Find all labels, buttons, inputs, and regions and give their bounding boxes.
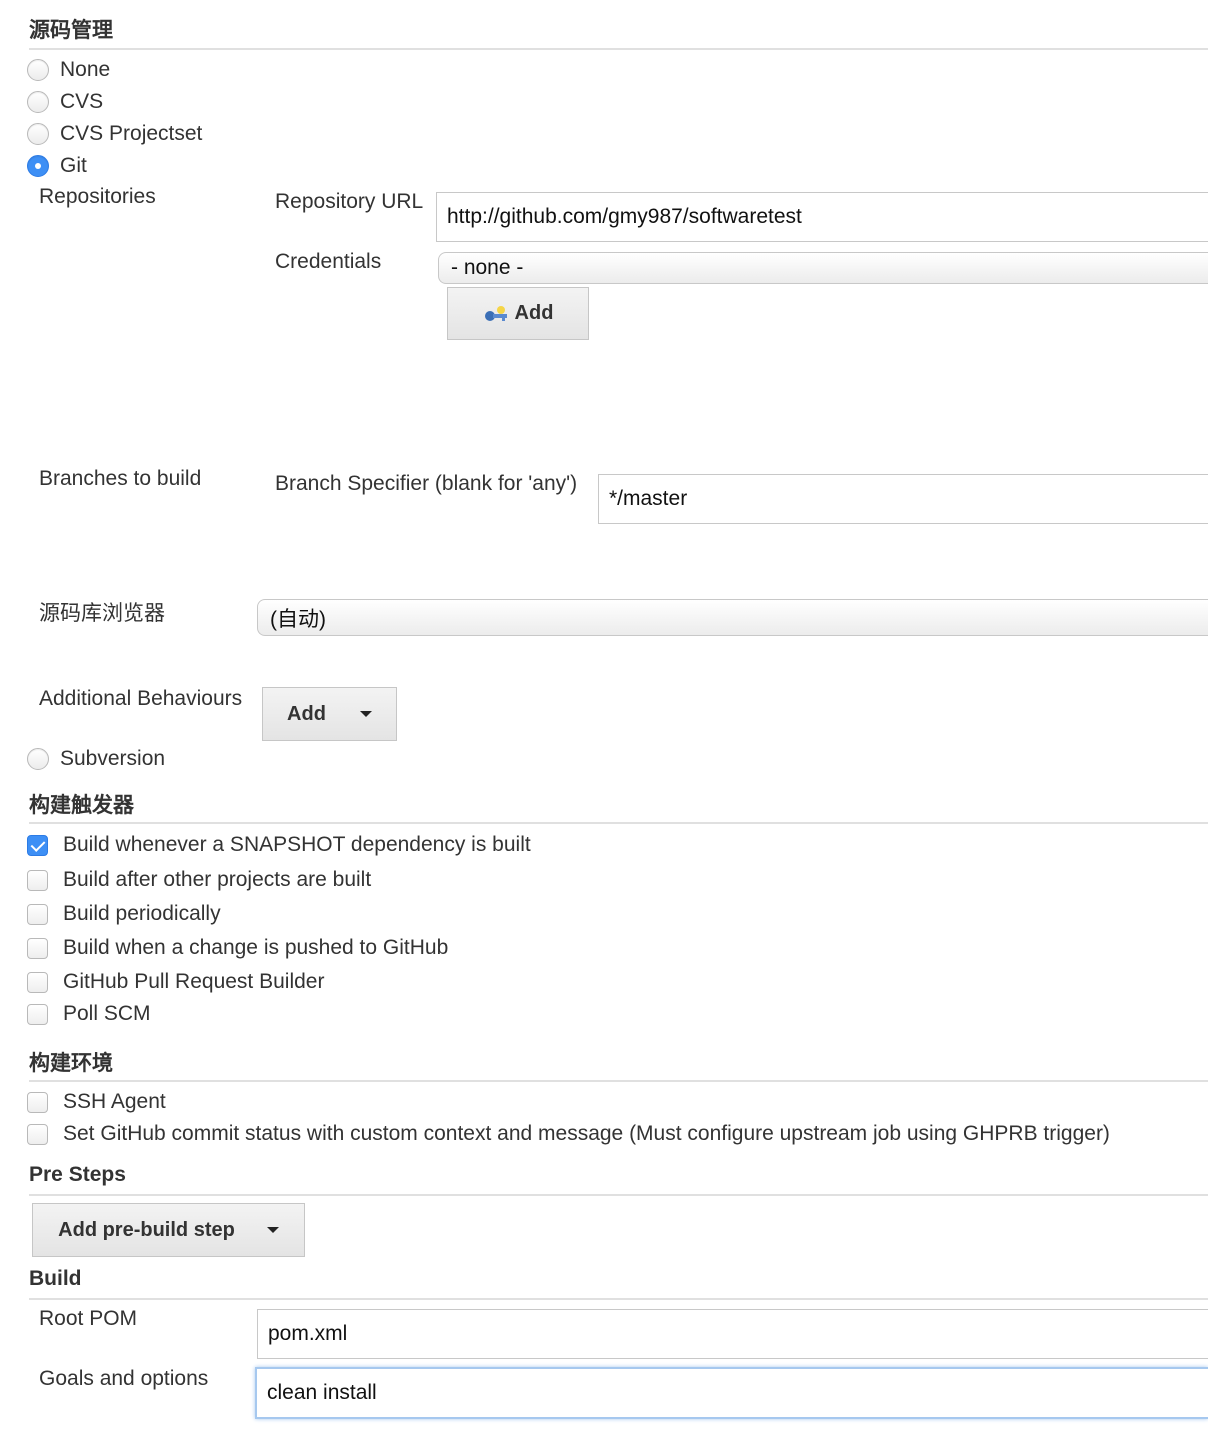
goals-input[interactable] [255, 1367, 1208, 1419]
add-pre-build-step-button[interactable]: Add pre-build step [32, 1203, 305, 1257]
trigger-after-other-label: Build after other projects are built [63, 868, 372, 891]
add-behaviour-button[interactable]: Add [262, 687, 397, 741]
trigger-periodically-label: Build periodically [63, 902, 221, 925]
trigger-after-other[interactable]: Build after other projects are built [27, 866, 371, 894]
pre-steps-heading: Pre Steps [29, 1163, 126, 1186]
key-icon [484, 305, 507, 321]
branches-label: Branches to build [39, 467, 202, 490]
branch-specifier-input[interactable] [598, 474, 1208, 524]
radio-label-none: None [60, 58, 111, 81]
build-heading: Build [29, 1267, 82, 1290]
checkbox-poll-scm[interactable] [27, 1003, 48, 1025]
repo-browser-label: 源码库浏览器 [39, 602, 165, 625]
triggers-divider [29, 822, 1208, 824]
checkbox-periodically[interactable] [27, 903, 48, 925]
credentials-label: Credentials [275, 250, 382, 273]
repo-browser-select-value: (自动) [270, 607, 326, 631]
scm-option-cvs-projectset[interactable]: CVS Projectset [27, 120, 202, 148]
scm-heading: 源码管理 [29, 19, 113, 42]
caret-down-icon [359, 711, 372, 717]
additional-behaviours-label: Additional Behaviours [39, 687, 243, 710]
repositories-label: Repositories [39, 185, 156, 208]
checkbox-github-push[interactable] [27, 937, 48, 959]
trigger-poll-scm-label: Poll SCM [63, 1002, 151, 1025]
scm-divider [29, 48, 1208, 50]
scm-option-subversion[interactable]: Subversion [27, 745, 165, 773]
checkbox-ghprb[interactable] [27, 971, 48, 993]
branch-specifier-label: Branch Specifier (blank for 'any') [275, 472, 578, 495]
env-github-status-label: Set GitHub commit status with custom con… [63, 1122, 1110, 1145]
checkbox-after-other[interactable] [27, 869, 48, 891]
environment-heading: 构建环境 [29, 1052, 113, 1075]
trigger-periodically[interactable]: Build periodically [27, 900, 221, 928]
radio-label-cvs: CVS [60, 90, 104, 113]
repository-url-label: Repository URL [275, 190, 424, 213]
scm-option-git[interactable]: Git [27, 152, 87, 180]
add-credentials-button[interactable]: Add [447, 287, 589, 340]
add-credentials-label: Add [514, 302, 554, 324]
repo-browser-select[interactable]: (自动) [257, 599, 1208, 636]
radio-subversion[interactable] [27, 748, 49, 770]
credentials-select-value: - none - [451, 256, 524, 279]
caret-down-icon [266, 1227, 279, 1233]
trigger-poll-scm[interactable]: Poll SCM [27, 1000, 151, 1028]
repository-url-input[interactable] [436, 192, 1208, 242]
radio-none[interactable] [27, 59, 49, 81]
env-ssh-agent[interactable]: SSH Agent [27, 1088, 166, 1116]
environment-divider [29, 1080, 1208, 1082]
credentials-select[interactable]: - none - [438, 252, 1208, 284]
build-divider [29, 1298, 1208, 1300]
trigger-github-push-label: Build when a change is pushed to GitHub [63, 936, 449, 959]
checkbox-ssh-agent[interactable] [27, 1091, 48, 1113]
trigger-snapshot-label: Build whenever a SNAPSHOT dependency is … [63, 833, 531, 856]
scm-option-cvs[interactable]: CVS [27, 88, 103, 116]
radio-cvs-projectset[interactable] [27, 123, 49, 145]
trigger-github-push[interactable]: Build when a change is pushed to GitHub [27, 934, 448, 962]
radio-label-cvs-projectset: CVS Projectset [60, 122, 203, 145]
root-pom-label: Root POM [39, 1307, 138, 1330]
root-pom-input[interactable] [257, 1309, 1208, 1359]
trigger-ghprb-label: GitHub Pull Request Builder [63, 970, 325, 993]
radio-git[interactable] [27, 155, 49, 177]
pre-steps-divider [29, 1194, 1208, 1196]
radio-label-subversion: Subversion [60, 747, 166, 770]
add-pre-build-step-label: Add pre-build step [58, 1218, 235, 1241]
triggers-heading: 构建触发器 [29, 794, 134, 817]
env-ssh-agent-label: SSH Agent [63, 1090, 166, 1113]
checkbox-snapshot[interactable] [27, 834, 48, 856]
add-behaviour-label: Add [287, 702, 326, 725]
goals-label: Goals and options [39, 1367, 209, 1390]
checkbox-github-status[interactable] [27, 1123, 48, 1145]
scm-option-none[interactable]: None [27, 56, 110, 84]
radio-label-git: Git [60, 154, 87, 177]
trigger-ghprb[interactable]: GitHub Pull Request Builder [27, 968, 324, 996]
trigger-snapshot[interactable]: Build whenever a SNAPSHOT dependency is … [27, 831, 531, 859]
env-github-status[interactable]: Set GitHub commit status with custom con… [27, 1120, 1110, 1148]
radio-cvs[interactable] [27, 91, 49, 113]
